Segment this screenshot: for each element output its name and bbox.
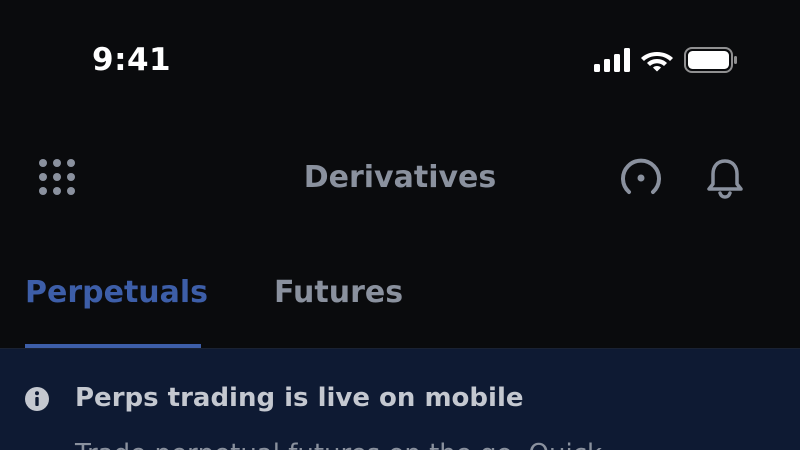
info-icon: [25, 387, 49, 411]
banner-body: Trade perpetual futures on the go. Quick: [75, 436, 602, 450]
signal-icon: [594, 48, 630, 72]
derivatives-tabs: Perpetuals Futures: [25, 272, 403, 314]
battery-icon: [684, 47, 738, 73]
banner-title: Perps trading is live on mobile: [75, 383, 524, 413]
status-time: 9:41: [92, 42, 172, 78]
derivatives-screen: 9:41 Derivatives Perpetuals Futures Perp…: [0, 0, 800, 450]
bell-icon[interactable]: [702, 155, 748, 201]
tab-perpetuals[interactable]: Perpetuals: [25, 272, 208, 314]
gauge-icon[interactable]: [618, 155, 664, 201]
header-actions: [618, 155, 748, 201]
wifi-icon: [640, 48, 674, 72]
status-icons: [594, 46, 738, 74]
tab-futures[interactable]: Futures: [274, 272, 403, 314]
